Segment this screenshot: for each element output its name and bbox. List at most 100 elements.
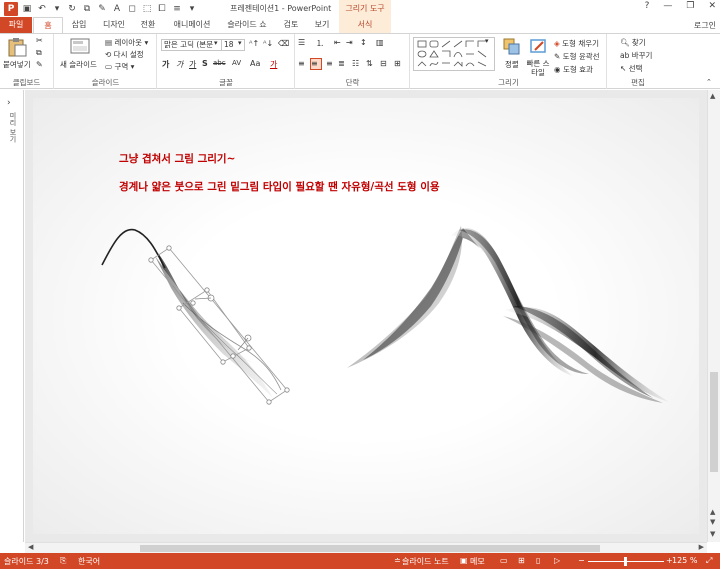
quick-styles-icon[interactable]	[529, 38, 551, 58]
arrange-icon[interactable]: ⬚	[141, 3, 153, 15]
change-case-button[interactable]: Aa	[250, 59, 260, 68]
tab-file[interactable]: 파일	[0, 17, 32, 33]
find-button[interactable]: 🔍︎ 찾기	[620, 37, 646, 48]
shape-fill-button[interactable]: ◈ 도형 채우기	[554, 38, 599, 49]
paste-button[interactable]: 붙여넣기	[3, 59, 31, 70]
clear-format-icon[interactable]: ⌫	[278, 39, 289, 48]
shape-effects-button[interactable]: ◉ 도형 효과	[554, 64, 593, 75]
customize-qat-icon[interactable]: ▾	[186, 3, 198, 15]
restore-icon[interactable]: ❐	[686, 1, 694, 11]
expand-thumbnails-icon[interactable]: ›	[7, 98, 11, 108]
scroll-down-icon[interactable]: ▼	[710, 530, 715, 538]
collapse-ribbon-icon[interactable]: ⌃	[706, 78, 712, 86]
scroll-up-icon[interactable]: ▲	[710, 92, 715, 100]
scroll-right-icon[interactable]: ▶	[699, 543, 704, 551]
text-icon[interactable]: A	[111, 3, 123, 15]
slideshow-view-icon[interactable]: ▷	[554, 556, 560, 565]
help-icon[interactable]: ?	[645, 1, 650, 11]
select-button[interactable]: ↖ 선택	[620, 63, 642, 74]
language-indicator[interactable]: 한국어	[78, 556, 100, 567]
shape-outline-button[interactable]: ✎ 도형 윤곽선	[554, 51, 600, 62]
copy-icon[interactable]: ⧉	[81, 3, 93, 15]
align-center-icon[interactable]: ≡	[310, 58, 322, 70]
tab-design[interactable]: 디자인	[96, 17, 132, 33]
cut-icon[interactable]: ✂	[36, 36, 43, 45]
scroll-down-page-icon[interactable]: ▼	[710, 518, 715, 526]
group-icon[interactable]: ⧠	[156, 3, 168, 15]
font-size-dropdown-icon[interactable]: ▾	[238, 39, 242, 47]
strikethrough-button[interactable]: abc	[213, 59, 226, 67]
line-spacing-icon[interactable]: ↕	[360, 38, 367, 47]
tab-review[interactable]: 검토	[276, 17, 306, 33]
italic-button[interactable]: 가	[176, 59, 183, 70]
horizontal-scrollbar[interactable]: ◀ ▶	[25, 542, 707, 553]
close-icon[interactable]: ✕	[708, 1, 716, 11]
reset-button[interactable]: ⟲ 다시 설정	[105, 49, 144, 60]
font-name-dropdown-icon[interactable]: ▾	[214, 39, 218, 47]
slide[interactable]: 그냥 겹쳐서 그림 그리기~ 경계나 얇은 붓으로 그린 밑그림 타입이 필요할…	[33, 98, 699, 534]
arrange-button[interactable]: 정렬	[505, 59, 519, 70]
bold-button[interactable]: 가	[162, 59, 169, 70]
copy-button-icon[interactable]: ⧉	[36, 48, 42, 58]
quick-styles-button[interactable]: 빠른 스타일	[525, 59, 551, 77]
normal-view-icon[interactable]: ▭	[500, 556, 508, 565]
save-icon[interactable]: ▣	[21, 3, 33, 15]
bullets-icon[interactable]: ☰	[298, 38, 305, 47]
tab-format[interactable]: 서식	[339, 17, 391, 33]
undo-dropdown-icon[interactable]: ▾	[51, 3, 63, 15]
format-painter-icon[interactable]: ✎	[96, 3, 108, 15]
slide-sorter-icon[interactable]: ⊞	[518, 556, 525, 565]
new-slide-button[interactable]: 새 슬라이드	[60, 59, 97, 70]
align-icon[interactable]: ≡	[171, 3, 183, 15]
font-color-button[interactable]: 가	[270, 59, 277, 70]
paste-icon[interactable]	[6, 37, 28, 57]
right-brush-shape[interactable]	[347, 226, 669, 403]
grow-font-icon[interactable]: ᴬ↑	[249, 39, 259, 48]
format-painter-button-icon[interactable]: ✎	[36, 60, 43, 69]
font-name-combo[interactable]: 맑은 고딕 (본문	[161, 39, 222, 51]
notes-button[interactable]: 슬라이드 노트	[402, 556, 449, 567]
tab-home[interactable]: 홈	[33, 17, 63, 33]
new-slide-icon[interactable]	[69, 37, 91, 57]
brush-drawing[interactable]	[33, 98, 699, 534]
numbering-icon[interactable]: ⒈	[316, 38, 324, 49]
comments-button[interactable]: 메모	[470, 556, 485, 567]
zoom-out-icon[interactable]: −	[578, 556, 585, 565]
spellcheck-icon[interactable]: ⎘	[60, 556, 66, 566]
smartart-icon[interactable]: ⊞	[394, 59, 401, 68]
tab-insert[interactable]: 삽입	[64, 17, 94, 33]
char-spacing-button[interactable]: AV	[232, 59, 241, 67]
align-text-icon[interactable]: ⊟	[380, 59, 387, 68]
minimize-icon[interactable]: —	[663, 1, 672, 11]
vertical-scroll-thumb[interactable]	[710, 372, 718, 472]
scroll-up-page-icon[interactable]: ▲	[710, 508, 715, 516]
align-right-icon[interactable]: ≡	[326, 59, 333, 68]
section-button[interactable]: ▭ 구역 ▾	[105, 61, 134, 72]
gallery-more-icon[interactable]: ▾	[485, 37, 489, 45]
distributed-icon[interactable]: ☷	[352, 59, 359, 68]
tab-animations[interactable]: 애니메이션	[166, 17, 218, 33]
shape-icon[interactable]: ◻	[126, 3, 138, 15]
underline-button[interactable]: 가	[189, 59, 196, 70]
shadow-button[interactable]: S	[202, 59, 208, 68]
horizontal-scroll-thumb[interactable]	[140, 545, 600, 552]
login-link[interactable]: 로그인	[694, 20, 716, 31]
reading-view-icon[interactable]: ▯	[536, 556, 540, 565]
zoom-level[interactable]: 125 %	[672, 556, 697, 565]
scroll-left-icon[interactable]: ◀	[28, 543, 33, 551]
vertical-scrollbar[interactable]: ▲ ▲ ▼ ▼	[707, 90, 720, 542]
replace-button[interactable]: ab 바꾸기	[620, 50, 652, 61]
zoom-slider-handle[interactable]	[624, 557, 627, 566]
undo-icon[interactable]: ↶	[36, 3, 48, 15]
shapes-gallery[interactable]	[413, 37, 495, 71]
align-left-icon[interactable]: ≡	[298, 59, 305, 68]
fit-to-window-icon[interactable]: ⤢	[706, 556, 712, 566]
tab-transitions[interactable]: 전환	[133, 17, 163, 33]
redo-icon[interactable]: ↻	[66, 3, 78, 15]
columns-icon[interactable]: ▥	[376, 38, 384, 47]
shrink-font-icon[interactable]: ᴬ↓	[263, 39, 273, 48]
decrease-indent-icon[interactable]: ⇤	[334, 38, 341, 47]
increase-indent-icon[interactable]: ⇥	[346, 38, 353, 47]
left-brush-shape[interactable]	[101, 228, 290, 405]
layout-button[interactable]: ▤ 레이아웃 ▾	[105, 37, 148, 48]
